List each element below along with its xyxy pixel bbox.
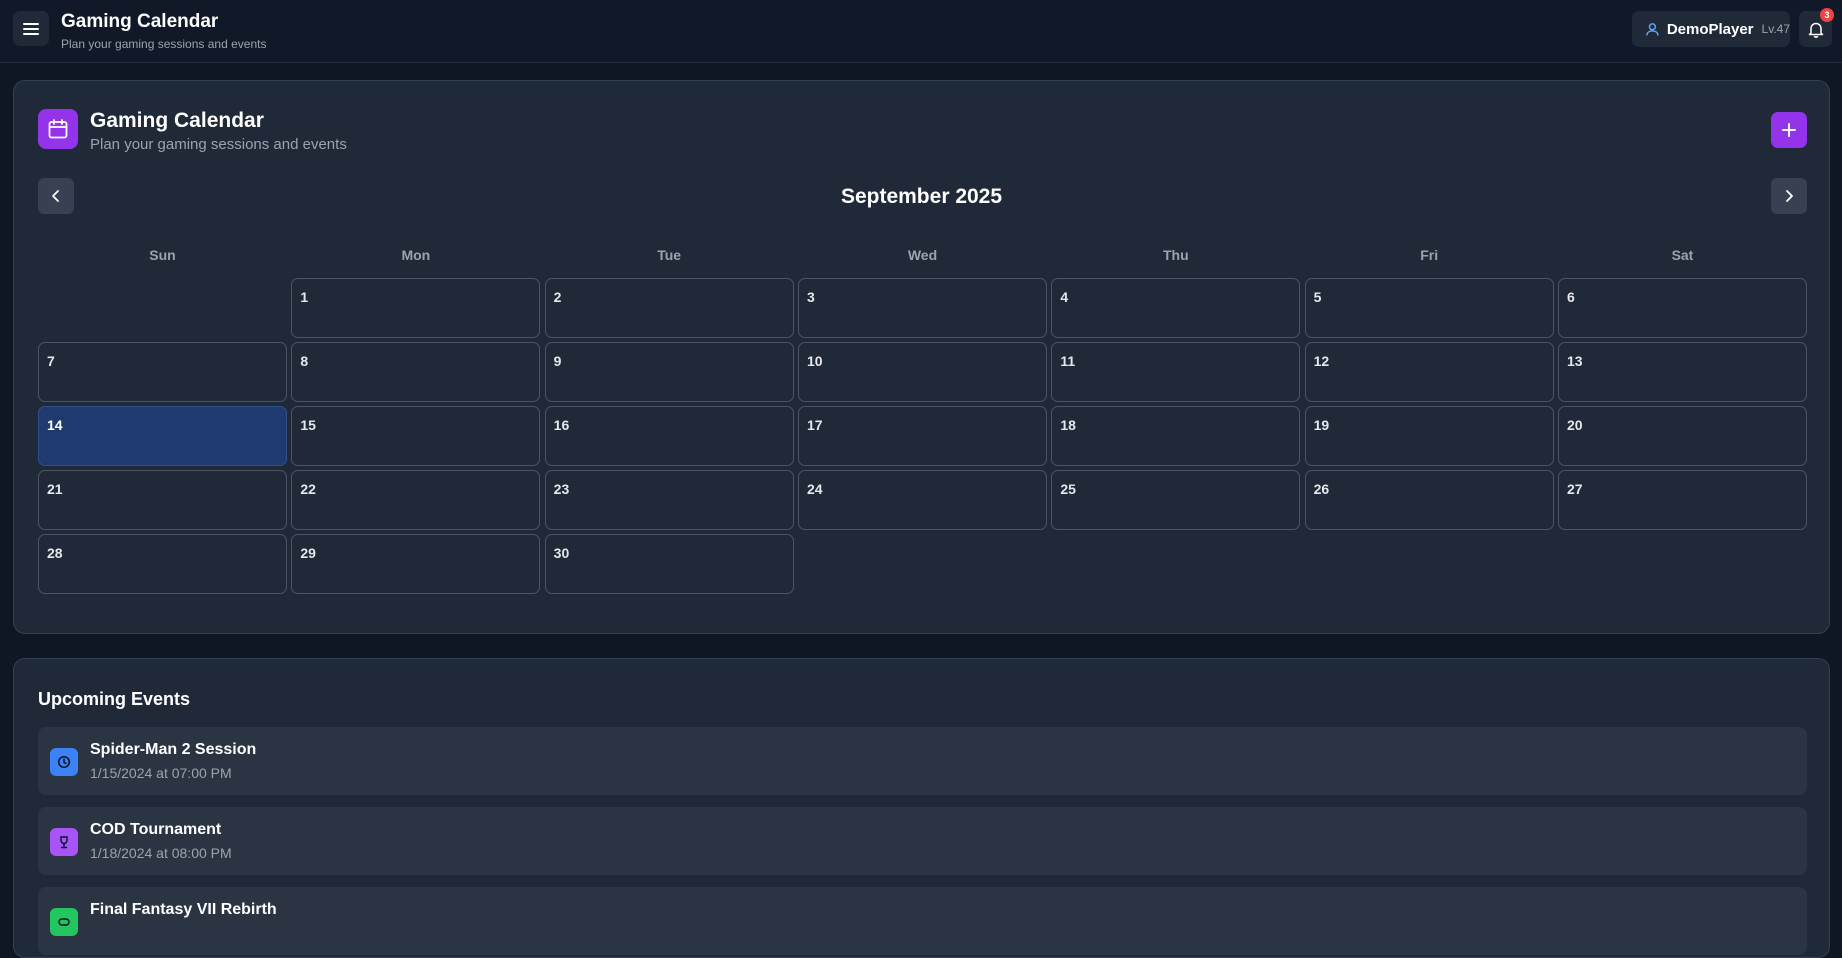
- calendar-grid: 1 2 3 4 5 6 7 8 9 10 11 12 13 14 15 16 1…: [38, 278, 1807, 594]
- weekday-label: Fri: [1420, 247, 1439, 263]
- calendar-day[interactable]: 8: [291, 342, 541, 402]
- app-subtitle: Plan your gaming sessions and events: [61, 37, 267, 51]
- calendar-day[interactable]: 7: [38, 342, 287, 402]
- calendar-day[interactable]: 12: [1304, 342, 1554, 402]
- calendar-day[interactable]: 20: [1557, 406, 1807, 466]
- app-title: Gaming Calendar: [61, 11, 219, 32]
- month-label: September 2025: [840, 185, 1003, 208]
- calendar-day[interactable]: 23: [544, 470, 794, 530]
- calendar-day[interactable]: 30: [544, 534, 794, 594]
- username: DemoPlayer: [1666, 20, 1754, 38]
- add-event-button[interactable]: [1771, 112, 1807, 148]
- calendar-day-today[interactable]: 14: [38, 406, 287, 466]
- trophy-icon: [60, 836, 68, 849]
- upcoming-events-title: Upcoming Events: [38, 689, 191, 709]
- calendar-day[interactable]: 16: [544, 406, 794, 466]
- top-bar: Gaming Calendar Plan your gaming session…: [0, 0, 1842, 63]
- calendar-day[interactable]: 19: [1304, 406, 1554, 466]
- chevron-right-icon: [1786, 190, 1793, 202]
- notifications-button[interactable]: 3: [1799, 8, 1834, 47]
- next-month-button[interactable]: [1771, 178, 1807, 214]
- event-name: Final Fantasy VII Rebirth: [90, 901, 277, 918]
- event-icon-badge: [50, 908, 78, 936]
- calendar-icon: [48, 119, 68, 139]
- calendar-day[interactable]: 13: [1557, 342, 1807, 402]
- event-item[interactable]: Final Fantasy VII Rebirth: [38, 887, 1807, 955]
- calendar-day[interactable]: 27: [1557, 470, 1807, 530]
- event-datetime: 1/18/2024 at 08:00 PM: [90, 845, 232, 861]
- user-profile-button[interactable]: DemoPlayer Lv.47: [1632, 11, 1790, 47]
- event-datetime: 1/15/2024 at 07:00 PM: [90, 765, 232, 781]
- clock-icon: [57, 755, 71, 769]
- calendar-day[interactable]: 25: [1051, 470, 1301, 530]
- weekday-label: Sat: [1671, 247, 1694, 263]
- calendar-day[interactable]: 28: [38, 534, 287, 594]
- calendar-icon-badge: [38, 109, 78, 149]
- calendar-subtitle: Plan your gaming sessions and events: [90, 136, 347, 153]
- calendar-day[interactable]: 22: [291, 470, 541, 530]
- calendar-day[interactable]: 29: [291, 534, 541, 594]
- event-name: COD Tournament: [90, 821, 222, 838]
- weekday-label: Mon: [401, 247, 431, 263]
- calendar-day[interactable]: 4: [1051, 278, 1301, 338]
- calendar-day[interactable]: 5: [1304, 278, 1554, 338]
- event-item[interactable]: Spider-Man 2 Session 1/15/2024 at 07:00 …: [38, 727, 1807, 795]
- calendar-card: Gaming Calendar Plan your gaming session…: [13, 80, 1830, 634]
- event-item[interactable]: COD Tournament 1/18/2024 at 08:00 PM: [38, 807, 1807, 875]
- calendar-day[interactable]: 18: [1051, 406, 1301, 466]
- notification-badge: 3: [1820, 8, 1834, 22]
- calendar-day[interactable]: 2: [544, 278, 794, 338]
- calendar-day[interactable]: 26: [1304, 470, 1554, 530]
- calendar-day[interactable]: 9: [544, 342, 794, 402]
- calendar-day[interactable]: 24: [797, 470, 1047, 530]
- calendar-day[interactable]: 6: [1557, 278, 1807, 338]
- weekday-label: Thu: [1162, 247, 1189, 263]
- hamburger-menu-icon: [23, 22, 39, 35]
- menu-button[interactable]: [13, 11, 49, 46]
- upcoming-events-card: Upcoming Events Spider-Man 2 Session 1/1…: [13, 658, 1830, 958]
- weekday-label: Tue: [657, 247, 682, 263]
- plus-icon: [1782, 123, 1796, 137]
- calendar-title: Gaming Calendar: [90, 109, 264, 132]
- event-icon-badge: [50, 748, 78, 776]
- calendar-empty-cell: [38, 278, 287, 338]
- calendar-day[interactable]: 17: [797, 406, 1047, 466]
- weekday-label: Wed: [907, 247, 938, 263]
- game-icon: [58, 918, 70, 926]
- calendar-day[interactable]: 3: [797, 278, 1047, 338]
- calendar-day[interactable]: 11: [1051, 342, 1301, 402]
- event-name: Spider-Man 2 Session: [90, 741, 257, 758]
- event-icon-badge: [50, 828, 78, 856]
- weekday-label: Sun: [149, 247, 176, 263]
- weekday-header: Sun Mon Tue Wed Thu Fri Sat: [38, 247, 1807, 263]
- user-level: Lv.47: [1761, 22, 1790, 36]
- calendar-day[interactable]: 15: [291, 406, 541, 466]
- calendar-day[interactable]: 21: [38, 470, 287, 530]
- calendar-day[interactable]: 10: [797, 342, 1047, 402]
- calendar-day[interactable]: 1: [291, 278, 541, 338]
- user-icon: [1646, 22, 1659, 36]
- bell-icon: [1808, 22, 1823, 38]
